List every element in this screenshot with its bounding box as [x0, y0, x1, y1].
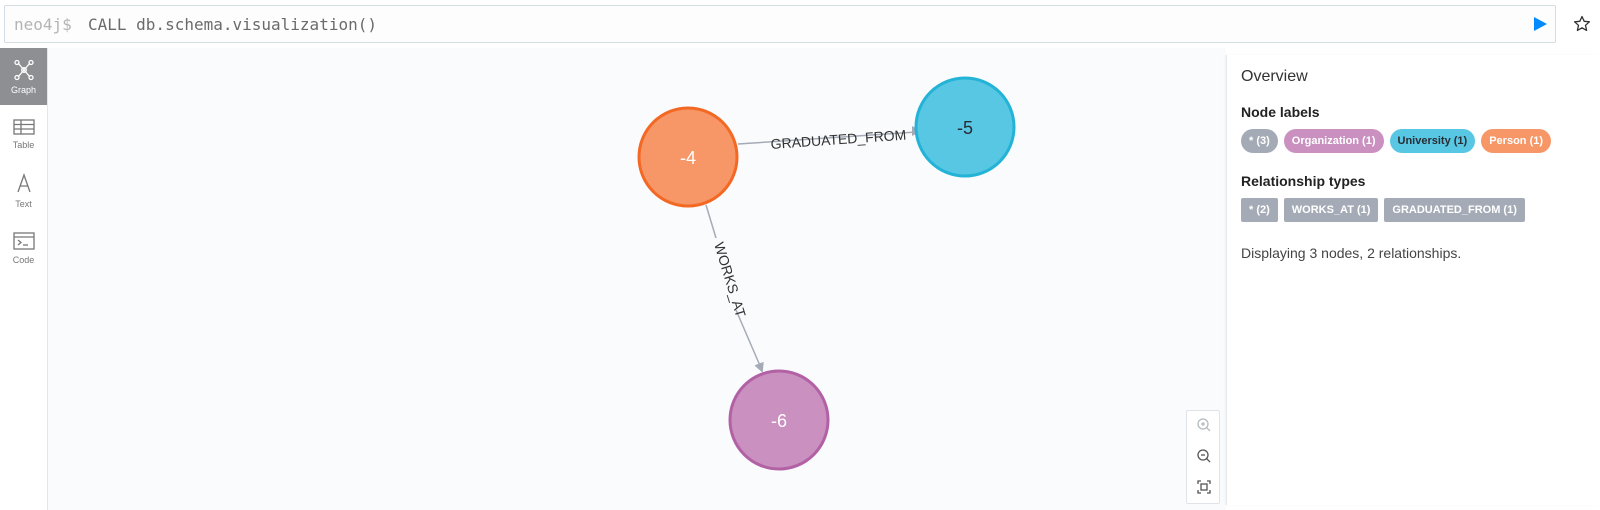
node-caption: -6: [771, 411, 787, 431]
graph-node[interactable]: -5: [914, 76, 1016, 178]
zoom-controls: [1186, 410, 1220, 504]
sidebar-item-text[interactable]: Text: [0, 162, 47, 219]
code-icon: [12, 232, 35, 250]
text-icon: [16, 173, 31, 193]
node-label-all[interactable]: * (3): [1241, 129, 1278, 153]
sidebar-item-label: Text: [15, 199, 32, 209]
node-label-organization[interactable]: Organization (1): [1283, 129, 1384, 153]
relationship-label: GRADUATED_FROM: [770, 127, 907, 152]
zoom-in-button[interactable]: [1194, 415, 1214, 435]
relationship-types-list: * (2) WORKS_AT (1) GRADUATED_FROM (1): [1241, 198, 1525, 222]
sidebar-item-label: Code: [12, 255, 35, 265]
graph-node[interactable]: -6: [728, 369, 830, 471]
sidebar-item-table[interactable]: Table: [0, 105, 47, 162]
rel-type-all[interactable]: * (2): [1241, 198, 1278, 222]
run-query-button[interactable]: [1530, 14, 1550, 34]
favorite-button[interactable]: [1572, 14, 1592, 34]
editor-prompt: neo4j$: [14, 15, 72, 34]
node-labels-list: * (3) Organization (1) University (1) Pe…: [1241, 129, 1552, 153]
node-label-person[interactable]: Person (1): [1481, 129, 1552, 153]
rel-type-graduated-from[interactable]: GRADUATED_FROM (1): [1384, 198, 1525, 222]
sidebar-item-label: Graph: [10, 85, 36, 95]
relationship-graduated-from[interactable]: GRADUATED_FROM: [737, 126, 922, 152]
node-caption: -4: [680, 148, 696, 168]
node-label-university[interactable]: University (1): [1389, 129, 1476, 153]
zoom-out-button[interactable]: [1194, 446, 1214, 466]
relationship-label: WORKS_AT: [711, 240, 749, 319]
relationship-works-at[interactable]: WORKS_AT: [705, 204, 764, 373]
fit-screen-icon: [1197, 480, 1211, 494]
star-icon: [1573, 15, 1591, 32]
overview-title: Overview: [1241, 68, 1308, 85]
fit-to-screen-button[interactable]: [1194, 477, 1214, 497]
node-labels-heading: Node labels: [1241, 104, 1320, 120]
graph-icon: [13, 59, 34, 81]
query-editor[interactable]: neo4j$ CALL db.schema.visualization(): [4, 5, 1556, 43]
graph-canvas[interactable]: GRADUATED_FROM WORKS_AT -4 -5 -6: [48, 48, 1226, 510]
graph-node[interactable]: -4: [637, 106, 739, 208]
result-summary: Displaying 3 nodes, 2 relationships.: [1241, 245, 1462, 261]
play-icon: [1534, 17, 1547, 31]
editor-bar: neo4j$ CALL db.schema.visualization(): [0, 0, 1600, 48]
zoom-in-icon: [1197, 418, 1211, 432]
sidebar-item-label: Table: [12, 140, 35, 150]
overview-panel: Overview Node labels * (3) Organization …: [1226, 55, 1600, 505]
view-mode-sidebar: Graph Table Text Code: [0, 48, 48, 510]
sidebar-item-code[interactable]: Code: [0, 219, 47, 276]
graph-view: GRADUATED_FROM WORKS_AT -4 -5 -6: [637, 76, 1016, 471]
relationship-types-heading: Relationship types: [1241, 173, 1366, 189]
sidebar-item-graph[interactable]: Graph: [0, 48, 47, 105]
query-text[interactable]: CALL db.schema.visualization(): [88, 15, 377, 34]
rel-type-works-at[interactable]: WORKS_AT (1): [1283, 198, 1379, 222]
table-icon: [12, 119, 35, 135]
zoom-out-icon: [1197, 449, 1211, 463]
node-caption: -5: [957, 118, 973, 138]
